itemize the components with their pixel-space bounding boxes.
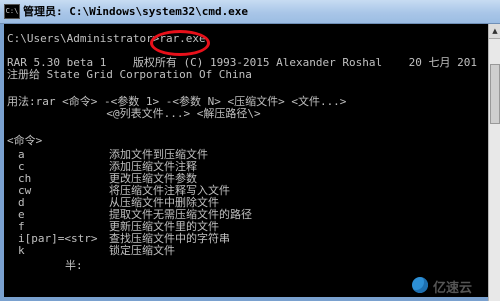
scroll-thumb[interactable] (490, 64, 500, 124)
ime-status: 半: (65, 259, 83, 272)
cmd-window: C:\ 管理员: C:\Windows\system32\cmd.exe C:\… (0, 0, 500, 301)
command-name: i[par]=<str> (18, 232, 98, 245)
vertical-scrollbar[interactable]: ▲ (488, 24, 500, 301)
window-title: 管理员: C:\Windows\system32\cmd.exe (23, 5, 249, 18)
commands-header: <命令> (7, 134, 43, 147)
watermark: 亿速云 (412, 276, 496, 296)
cmd-icon: C:\ (4, 4, 20, 19)
command-desc: 锁定压缩文件 (109, 244, 175, 257)
usage-line-2: <@列表文件...> <解压路径\> (7, 107, 261, 120)
console-output[interactable]: C:\Users\Administrator>rar.exe RAR 5.30 … (4, 24, 488, 297)
scroll-up-icon[interactable]: ▲ (489, 24, 500, 39)
watermark-text: 亿速云 (433, 281, 473, 296)
yisu-logo-icon (412, 277, 428, 293)
command-name: k (18, 244, 25, 257)
title-bar[interactable]: C:\ 管理员: C:\Windows\system32\cmd.exe (0, 0, 500, 24)
registered-line: 注册给 State Grid Corporation Of China (7, 68, 252, 81)
red-highlight-ring (150, 30, 210, 56)
